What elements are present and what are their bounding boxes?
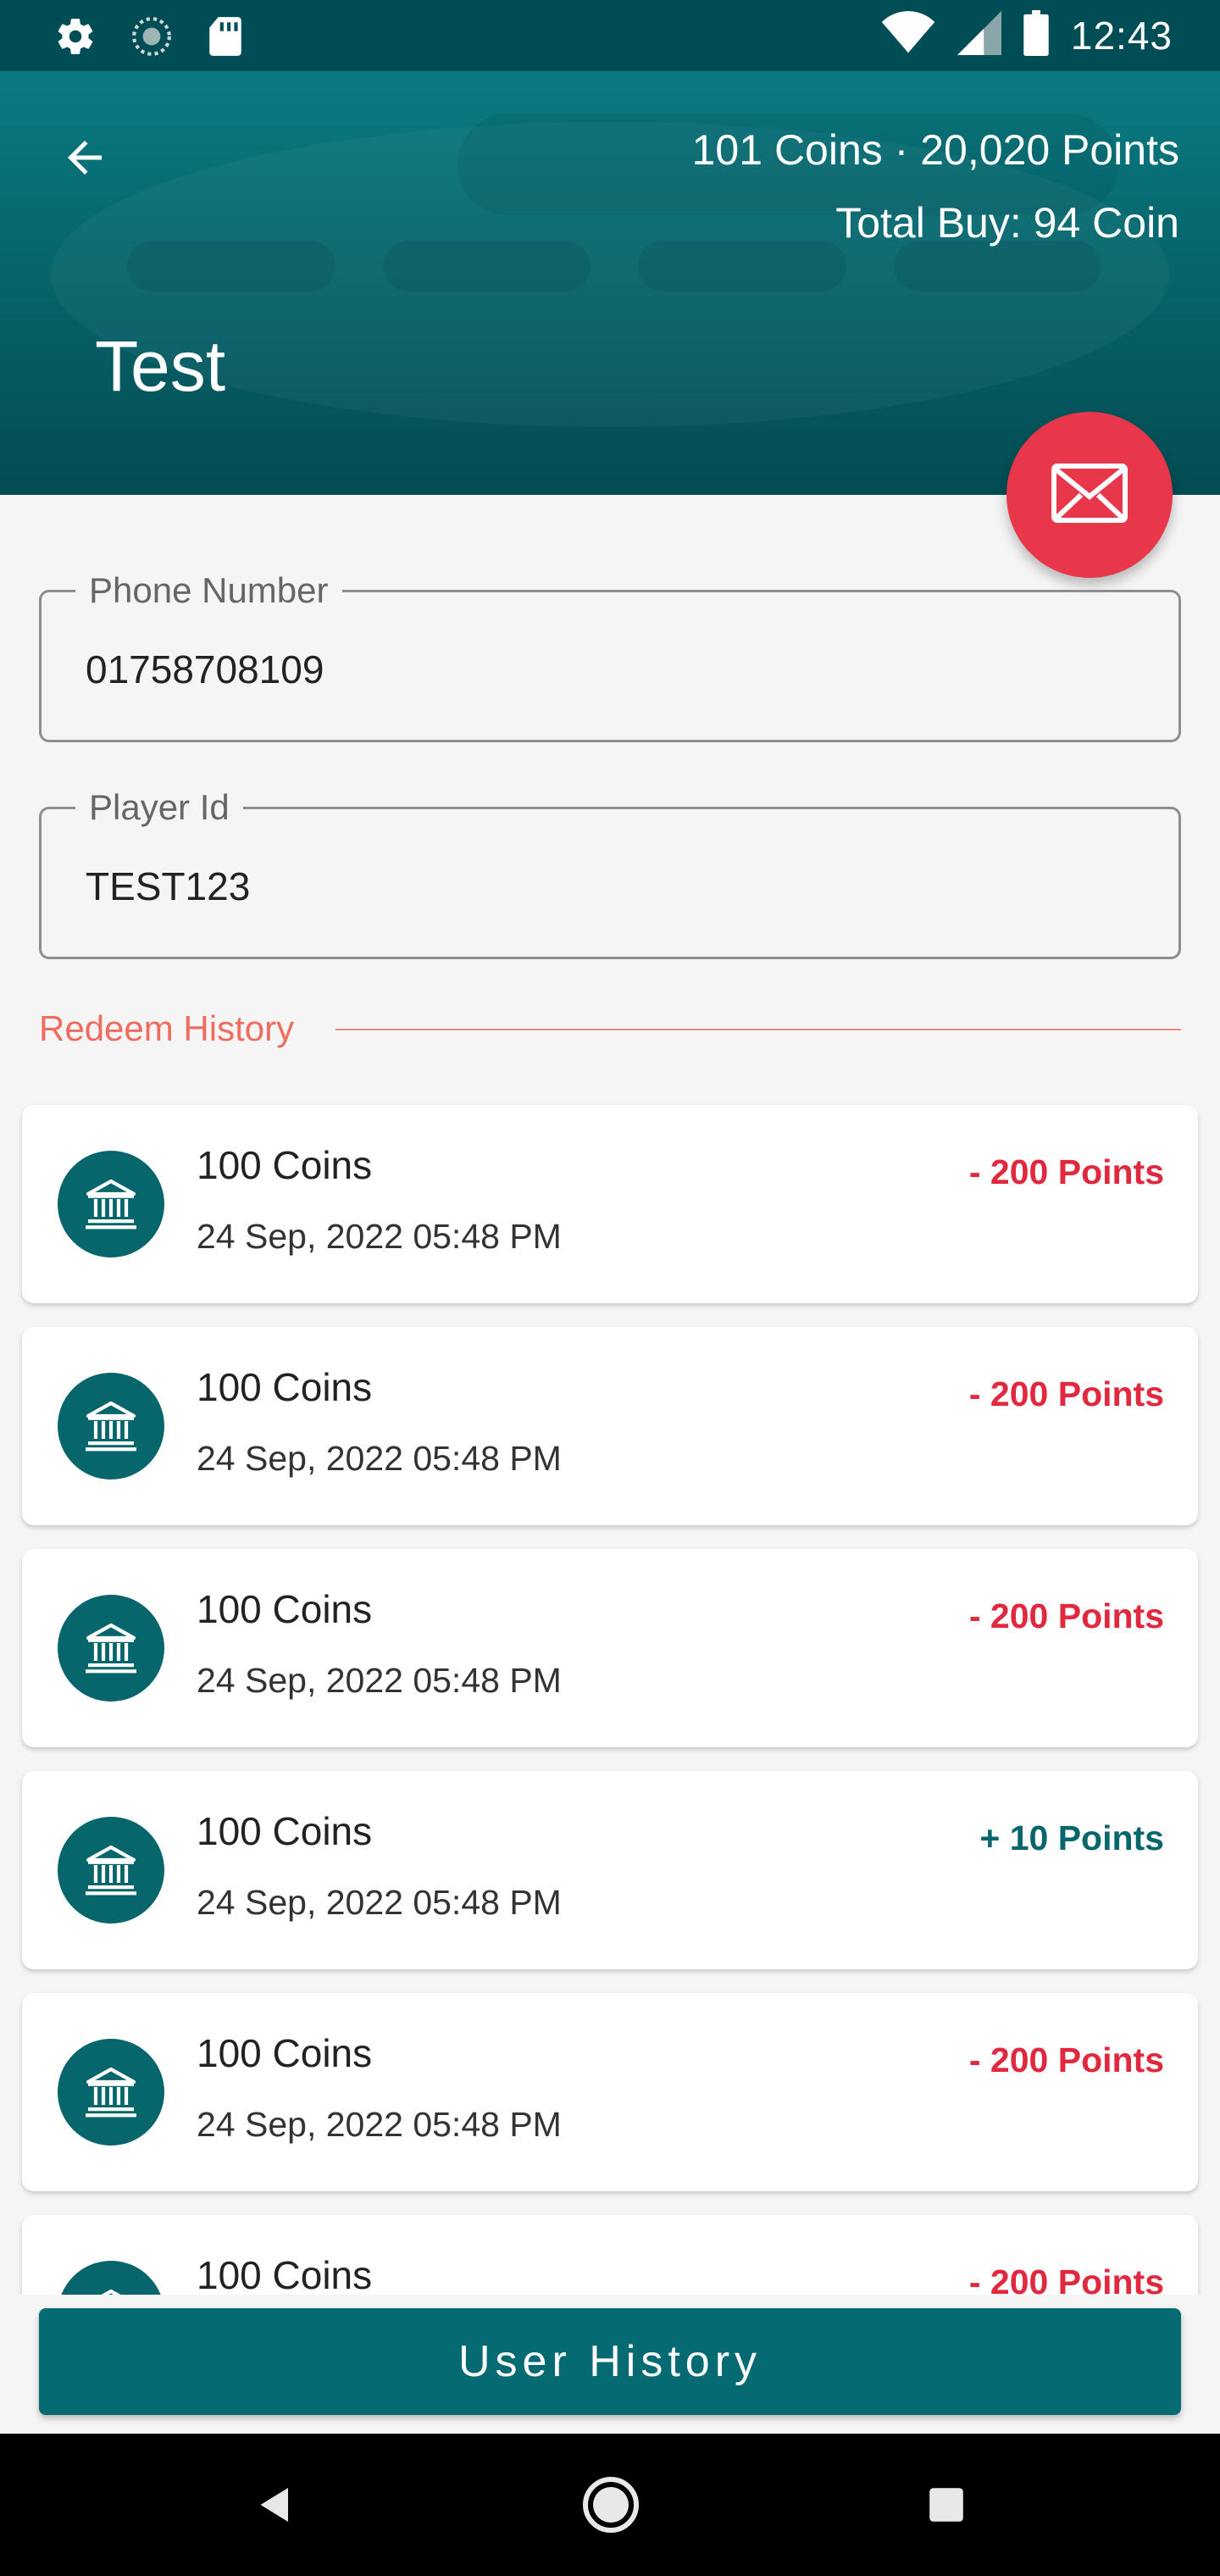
arrow-back-icon (59, 132, 110, 187)
settings-icon (54, 15, 97, 62)
redeem-history-list[interactable]: 100 Coins 24 Sep, 2022 05:48 PM - 200 Po… (0, 1102, 1220, 2295)
coins-amount: 100 Coins (197, 2253, 373, 2295)
coins-amount: 100 Coins (197, 1143, 373, 1187)
points-change: - 200 Points (968, 1152, 1164, 1191)
points-change: - 200 Points (968, 1596, 1164, 1635)
nav-recent-icon[interactable] (908, 2471, 984, 2539)
coins-amount: 100 Coins (197, 1365, 373, 1409)
bank-icon (58, 1595, 164, 1702)
history-card[interactable]: 100 Coins - 200 Points (22, 2215, 1198, 2295)
phone-number-input[interactable] (86, 640, 1102, 699)
history-card[interactable]: 100 Coins 24 Sep, 2022 05:48 PM - 200 Po… (22, 1105, 1198, 1303)
player-id-label: Player Id (75, 786, 243, 830)
bank-icon (58, 2261, 164, 2295)
transaction-date: 24 Sep, 2022 05:48 PM (197, 2105, 562, 2144)
points-change: - 200 Points (968, 2262, 1164, 2295)
history-card[interactable]: 100 Coins 24 Sep, 2022 05:48 PM - 200 Po… (22, 1327, 1198, 1525)
page-title: Test (95, 326, 226, 406)
history-card[interactable]: 100 Coins 24 Sep, 2022 05:48 PM - 200 Po… (22, 1993, 1198, 2191)
transaction-date: 24 Sep, 2022 05:48 PM (197, 1883, 562, 1922)
mail-icon (1051, 463, 1128, 528)
balance-text: 101 Coins · 20,020 Points (691, 126, 1179, 174)
battery-icon (1023, 10, 1049, 60)
sync-icon (130, 15, 173, 62)
history-card[interactable]: 100 Coins 24 Sep, 2022 05:48 PM + 10 Poi… (22, 1771, 1198, 1969)
back-button[interactable] (51, 125, 119, 193)
coins-amount: 100 Coins (197, 1587, 373, 1631)
player-id-field: Player Id (39, 786, 1181, 959)
transaction-date: 24 Sep, 2022 05:48 PM (197, 1661, 562, 1700)
bank-icon (58, 1151, 164, 1257)
points-change: + 10 Points (979, 1818, 1164, 1857)
nav-back-icon[interactable] (237, 2471, 313, 2539)
user-history-button[interactable]: User History (39, 2308, 1181, 2415)
sd-card-icon (207, 15, 244, 62)
coins-amount: 100 Coins (197, 2031, 373, 2075)
points-change: - 200 Points (968, 1374, 1164, 1413)
account-stats: 101 Coins · 20,020 Points Total Buy: 94 … (692, 114, 1179, 259)
history-card[interactable]: 100 Coins 24 Sep, 2022 05:48 PM - 200 Po… (22, 1549, 1198, 1747)
total-buy-text: Total Buy: 94 Coin (835, 199, 1179, 247)
navigation-bar (0, 2434, 1220, 2576)
section-title: Redeem History (39, 1008, 295, 1048)
player-id-input[interactable] (86, 857, 1102, 916)
status-bar: 12:43 (0, 0, 1220, 71)
points-change: - 200 Points (968, 2040, 1164, 2079)
cellular-signal-icon (957, 11, 1001, 59)
section-divider (336, 1029, 1181, 1030)
status-time: 12:43 (1070, 13, 1173, 58)
nav-home-icon[interactable] (573, 2471, 649, 2539)
phone-number-field: Phone Number (39, 569, 1181, 742)
transaction-date: 24 Sep, 2022 05:48 PM (197, 1439, 562, 1478)
transaction-date: 24 Sep, 2022 05:48 PM (197, 1217, 562, 1256)
coins-amount: 100 Coins (197, 1809, 373, 1853)
bank-icon (58, 1817, 164, 1924)
message-fab-button[interactable] (1006, 412, 1173, 578)
bank-icon (58, 1373, 164, 1480)
bank-icon (58, 2039, 164, 2146)
wifi-icon (881, 11, 935, 59)
phone-number-label: Phone Number (75, 569, 342, 613)
